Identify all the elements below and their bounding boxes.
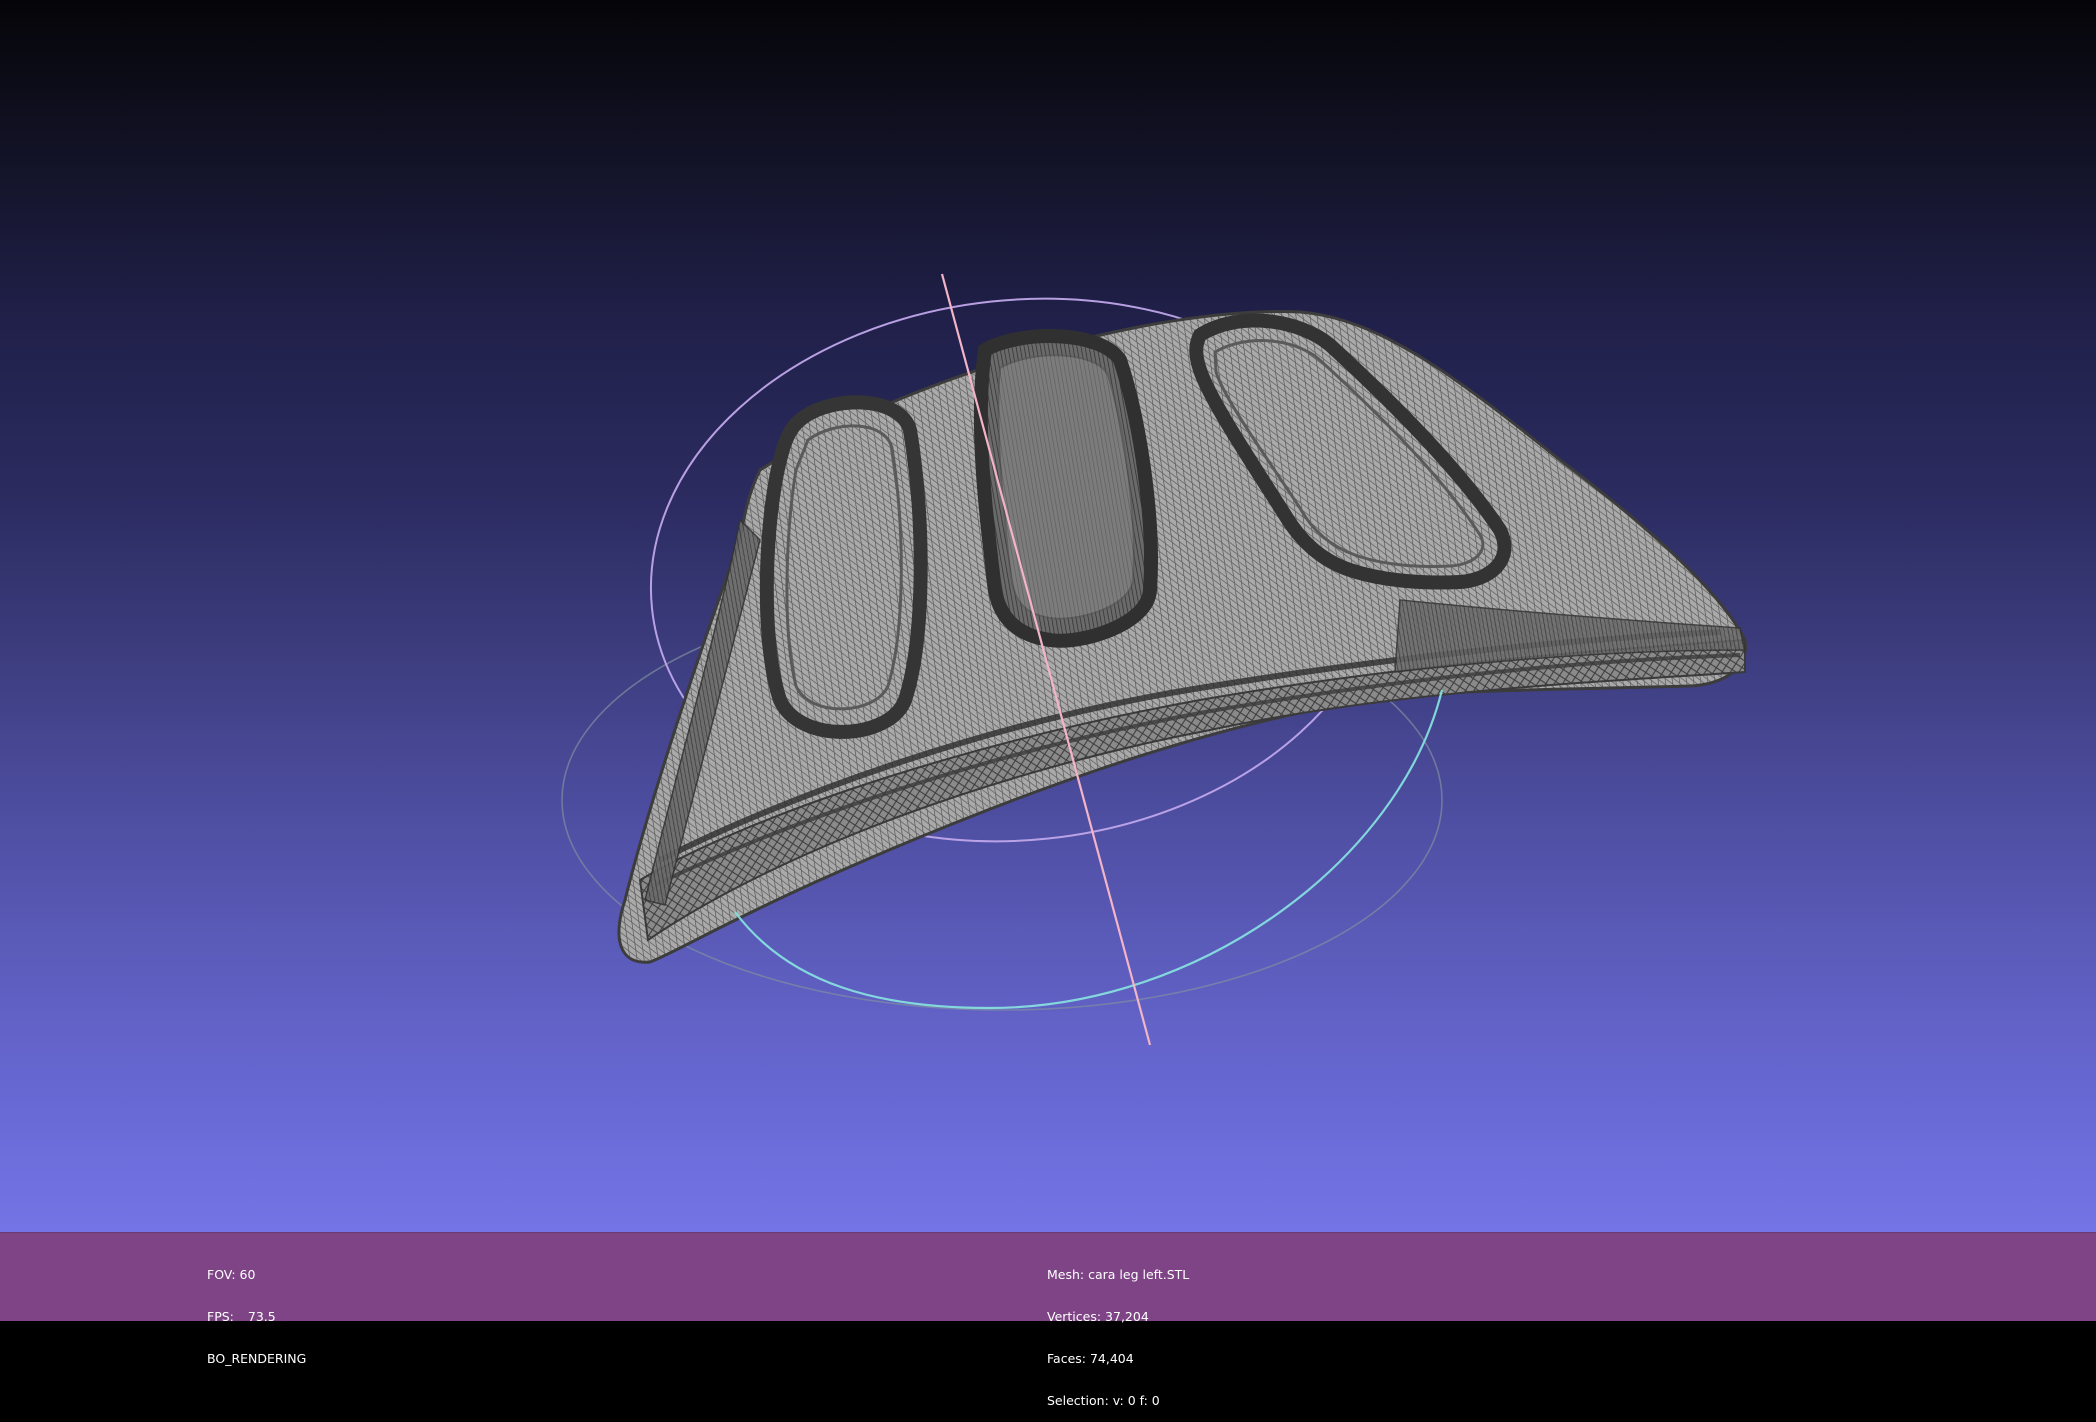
fps-value: 73.5: [247, 1309, 276, 1324]
render-mode-readout: BO_RENDERING: [207, 1351, 307, 1366]
status-center-panel: Mesh: cara leg left.STL Vertices: 37,204…: [1047, 1240, 1189, 1422]
vertices-readout: Vertices: 37,204: [1047, 1309, 1149, 1324]
3d-viewport[interactable]: [0, 0, 2096, 1232]
fps-label: FPS:: [207, 1309, 234, 1324]
mesh-scene[interactable]: [0, 0, 2096, 1232]
mesh-model: [617, 310, 1747, 964]
mesh-pocket-middle-inner: [997, 354, 1135, 620]
fov-readout: FOV: 60: [207, 1267, 256, 1282]
faces-readout: Faces: 74,404: [1047, 1351, 1134, 1366]
selection-readout: Selection: v: 0 f: 0: [1047, 1393, 1160, 1408]
fps-readout: FPS: 73.5: [207, 1310, 306, 1324]
mesh-name-readout: Mesh: cara leg left.STL: [1047, 1267, 1190, 1282]
mesh-pocket-left: [759, 395, 928, 739]
status-left-panel: FOV: 60 FPS: 73.5 BO_RENDERING: [207, 1240, 306, 1380]
